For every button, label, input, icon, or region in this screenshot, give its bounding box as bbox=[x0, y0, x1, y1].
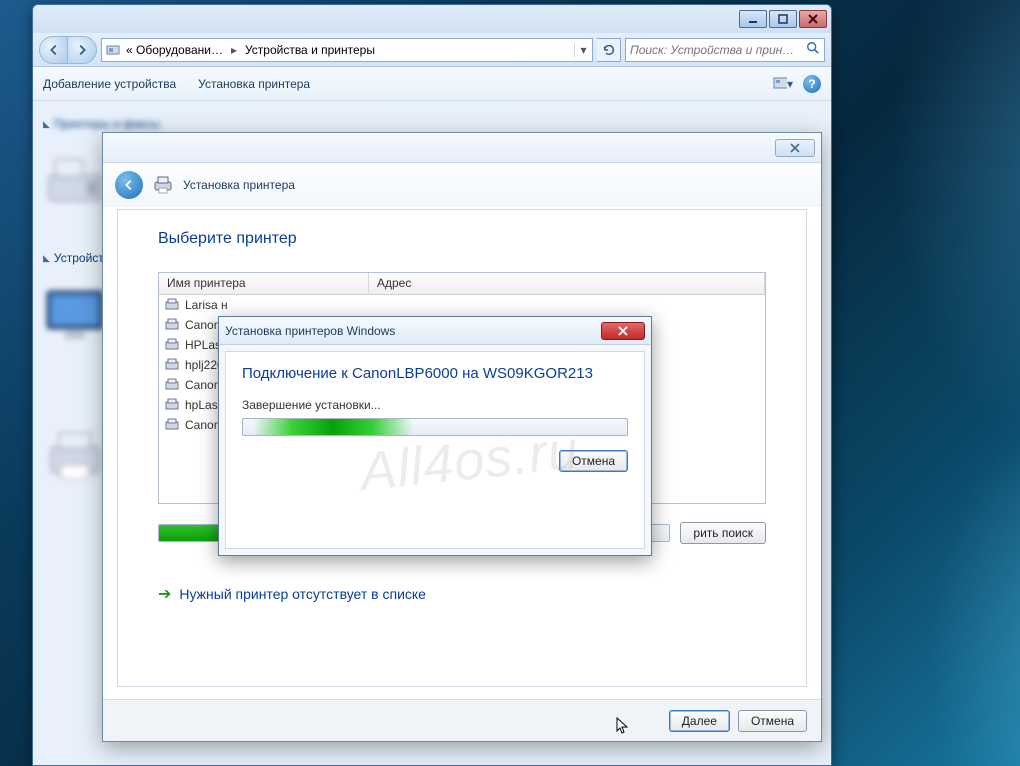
maximize-button[interactable] bbox=[769, 10, 797, 28]
breadcrumb-text: Устройства и принтеры bbox=[245, 43, 375, 57]
collapse-icon: ◣ bbox=[43, 119, 50, 130]
minimize-button[interactable] bbox=[739, 10, 767, 28]
search-box[interactable] bbox=[625, 38, 825, 62]
col-address[interactable]: Адрес bbox=[369, 273, 765, 294]
explorer-toolbar: Добавление устройства Установка принтера… bbox=[33, 67, 831, 101]
explorer-titlebar bbox=[33, 5, 831, 33]
printer-icon bbox=[165, 418, 179, 432]
wizard-back-button[interactable] bbox=[115, 171, 143, 199]
wizard-footer: Далее Отмена bbox=[103, 699, 821, 741]
fax-icon bbox=[43, 151, 107, 211]
collapse-icon: ◣ bbox=[43, 253, 50, 264]
close-button[interactable] bbox=[799, 10, 827, 28]
dialog-body: Подключение к CanonLBP6000 на WS09KGOR21… bbox=[225, 351, 645, 549]
wizard-titlebar bbox=[103, 133, 821, 163]
wizard-heading: Выберите принтер bbox=[158, 230, 766, 248]
view-options-icon[interactable]: ▾ bbox=[773, 76, 793, 92]
printer-icon bbox=[165, 378, 179, 392]
arrow-right-icon: ➔ bbox=[158, 584, 171, 604]
monitor-icon bbox=[43, 285, 107, 345]
dialog-cancel-button[interactable]: Отмена bbox=[559, 450, 628, 472]
search-icon bbox=[806, 41, 820, 58]
nav-back-button[interactable] bbox=[39, 36, 69, 64]
next-button[interactable]: Далее bbox=[669, 710, 730, 732]
breadcrumb-leaf[interactable]: Устройства и принтеры bbox=[241, 39, 379, 61]
refresh-button[interactable] bbox=[597, 38, 621, 62]
printer-icon bbox=[165, 398, 179, 412]
dialog-title: Установка принтеров Windows bbox=[225, 324, 601, 338]
dialog-close-button[interactable] bbox=[601, 322, 645, 340]
dialog-progress-bar bbox=[242, 418, 628, 436]
search-again-button[interactable]: рить поиск bbox=[680, 522, 766, 544]
dialog-titlebar: Установка принтеров Windows bbox=[219, 317, 651, 345]
wizard-header: Установка принтера bbox=[103, 163, 821, 207]
search-input[interactable] bbox=[630, 43, 802, 57]
col-printer-name[interactable]: Имя принтера bbox=[159, 273, 369, 294]
dialog-status-text: Завершение установки... bbox=[242, 398, 628, 412]
breadcrumb-text: « Оборудовани… bbox=[126, 43, 223, 57]
printer-icon bbox=[153, 176, 173, 194]
printer-icon bbox=[165, 298, 179, 312]
hardware-icon bbox=[106, 43, 122, 57]
printer-icon bbox=[165, 338, 179, 352]
printer-icon bbox=[165, 358, 179, 372]
printer-not-listed-link[interactable]: ➔ Нужный принтер отсутствует в списке bbox=[158, 584, 766, 604]
toolbar-add-device[interactable]: Добавление устройства bbox=[43, 77, 176, 91]
breadcrumb-sep-icon: ▸ bbox=[227, 43, 241, 57]
category-printers-header[interactable]: ◣ Принтеры и факсы bbox=[43, 117, 821, 131]
printer-icon bbox=[165, 318, 179, 332]
breadcrumb-root[interactable]: « Оборудовани… bbox=[102, 39, 227, 61]
dialog-heading: Подключение к CanonLBP6000 на WS09KGOR21… bbox=[242, 364, 628, 384]
address-bar[interactable]: « Оборудовани… ▸ Устройства и принтеры ▾ bbox=[101, 38, 593, 62]
address-dropdown-icon[interactable]: ▾ bbox=[574, 43, 592, 57]
toolbar-add-printer[interactable]: Установка принтера bbox=[198, 77, 310, 91]
navigation-row: « Оборудовани… ▸ Устройства и принтеры ▾ bbox=[33, 33, 831, 67]
wizard-title: Установка принтера bbox=[183, 178, 295, 192]
list-item[interactable]: Larisa н bbox=[159, 295, 765, 315]
install-progress-dialog: Установка принтеров Windows Подключение … bbox=[218, 316, 652, 556]
help-button[interactable]: ? bbox=[803, 75, 821, 93]
nav-forward-button[interactable] bbox=[67, 36, 97, 64]
cancel-button[interactable]: Отмена bbox=[738, 710, 807, 732]
wizard-close-button[interactable] bbox=[775, 139, 815, 157]
list-header: Имя принтера Адрес bbox=[159, 273, 765, 295]
printer-icon bbox=[43, 425, 107, 485]
